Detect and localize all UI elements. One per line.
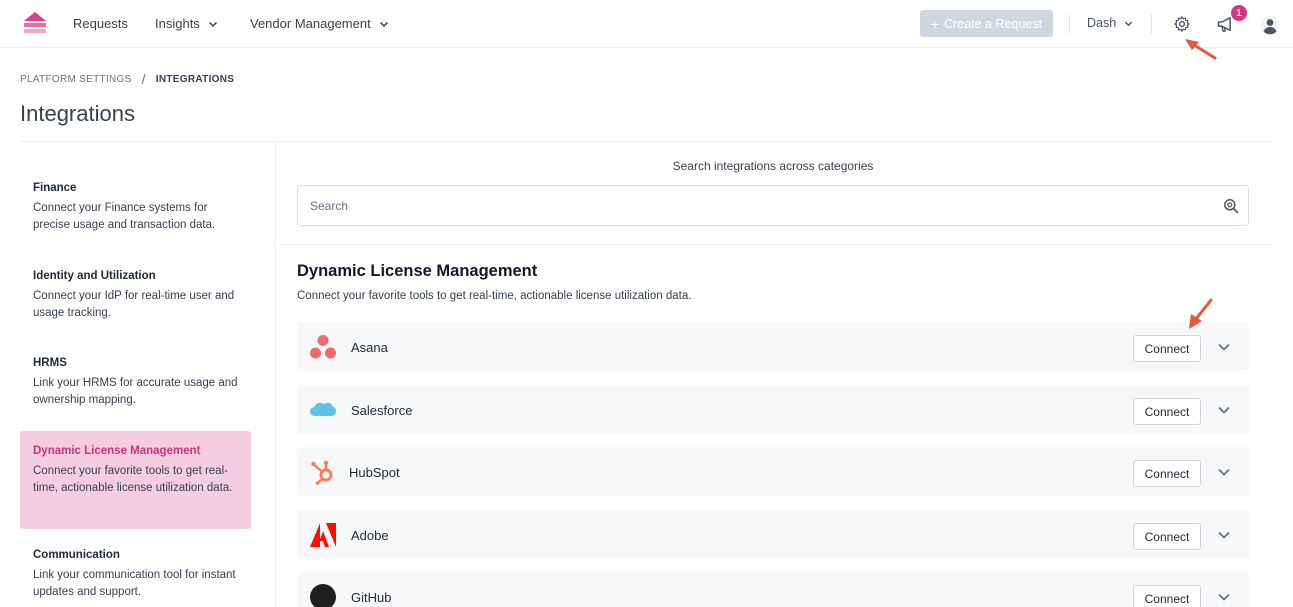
- integration-row-hubspot: HubSpot Connect: [297, 447, 1249, 496]
- section-desc: Connect your favorite tools to get real-…: [297, 290, 692, 302]
- page-title: Integrations: [20, 101, 135, 126]
- app-logo-icon[interactable]: [22, 11, 48, 37]
- sidebar-item-title: Dynamic License Management: [33, 445, 201, 457]
- sidebar-item-title: Communication: [33, 549, 120, 561]
- user-menu-label: Dash: [1087, 16, 1117, 30]
- sidebar-item-identity[interactable]: Identity and Utilization Connect your Id…: [20, 270, 251, 322]
- sidebar-item-desc: Connect your IdP for real-time user and …: [33, 290, 235, 319]
- sidebar-item-dynamic-license-management[interactable]: Dynamic License Management Connect your …: [20, 431, 251, 529]
- top-nav: Requests Insights Vendor Management + Cr…: [0, 0, 1293, 48]
- search-caption: Search integrations across categories: [672, 159, 874, 173]
- github-logo-icon: [310, 584, 336, 607]
- integration-name: GitHub: [351, 590, 392, 605]
- integration-row-asana: Asana Connect: [297, 322, 1249, 371]
- chevron-down-icon[interactable]: [1217, 342, 1231, 352]
- nav-item-insights[interactable]: Insights: [155, 16, 218, 31]
- salesforce-logo-icon: [310, 402, 336, 416]
- hubspot-logo-icon: [311, 460, 333, 485]
- user-avatar-icon[interactable]: [1260, 15, 1280, 35]
- sidebar-item-desc: Connect your Finance systems for precise…: [33, 202, 216, 231]
- annotation-arrow-icon: [1185, 39, 1217, 60]
- chevron-down-icon: [208, 21, 217, 27]
- integration-row-github: GitHub Connect: [297, 572, 1249, 607]
- integration-row-salesforce: Salesforce Connect: [297, 385, 1249, 434]
- search-input[interactable]: [310, 186, 1190, 225]
- notification-badge: 1: [1231, 5, 1247, 21]
- integration-name: HubSpot: [349, 465, 400, 480]
- connect-button[interactable]: Connect: [1133, 460, 1201, 487]
- chevron-down-icon[interactable]: [1217, 592, 1231, 602]
- breadcrumb-parent[interactable]: PLATFORM SETTINGS: [20, 74, 132, 85]
- sidebar-item-title: HRMS: [33, 357, 67, 369]
- sidebar-item-title: Finance: [33, 182, 77, 194]
- integration-name: Adobe: [351, 528, 389, 543]
- sidebar-item-hrms[interactable]: HRMS Link your HRMS for accurate usage a…: [20, 357, 251, 409]
- nav-item-label: Requests: [73, 16, 128, 31]
- integration-row-adobe: Adobe Connect: [297, 510, 1249, 559]
- breadcrumb: PLATFORM SETTINGS / INTEGRATIONS: [20, 71, 234, 87]
- integration-name: Salesforce: [351, 403, 413, 418]
- search-box: [297, 185, 1249, 226]
- breadcrumb-current: INTEGRATIONS: [155, 73, 235, 85]
- create-request-label: Create a Request: [944, 16, 1043, 31]
- nav-item-vendor-management[interactable]: Vendor Management: [250, 16, 389, 31]
- sidebar-item-finance[interactable]: Finance Connect your Finance systems for…: [20, 182, 251, 234]
- connect-button[interactable]: Connect: [1133, 585, 1201, 607]
- integration-name: Asana: [351, 340, 388, 355]
- chevron-down-icon[interactable]: [1217, 467, 1231, 477]
- nav-item-label: Insights: [155, 16, 200, 31]
- chevron-down-icon: [379, 21, 388, 27]
- create-request-button[interactable]: + Create a Request: [920, 10, 1053, 37]
- asana-logo-icon: [310, 335, 336, 359]
- annotation-arrow-icon: [1189, 298, 1213, 329]
- search-icon[interactable]: [1223, 198, 1239, 214]
- gear-icon[interactable]: [1173, 15, 1191, 33]
- chevron-down-icon[interactable]: [1217, 530, 1231, 540]
- sidebar-item-title: Identity and Utilization: [33, 270, 156, 282]
- connect-button[interactable]: Connect: [1133, 398, 1201, 425]
- nav-divider: [1069, 14, 1070, 34]
- chevron-down-icon: [1125, 21, 1133, 26]
- chevron-down-icon[interactable]: [1217, 405, 1231, 415]
- plus-icon: +: [930, 15, 940, 32]
- connect-button[interactable]: Connect: [1133, 523, 1201, 550]
- user-menu-dropdown[interactable]: Dash: [1087, 16, 1133, 30]
- divider: [277, 244, 1270, 245]
- connect-button[interactable]: Connect: [1133, 335, 1201, 362]
- adobe-logo-icon: [310, 523, 336, 547]
- sidebar-item-desc: Link your HRMS for accurate usage and ow…: [33, 377, 238, 406]
- sidebar-item-desc: Connect your favorite tools to get real-…: [33, 465, 233, 494]
- section-title: Dynamic License Management: [297, 262, 538, 280]
- sidebar-item-communication[interactable]: Communication Link your communication to…: [20, 549, 251, 601]
- breadcrumb-separator: /: [141, 71, 146, 87]
- nav-divider: [1151, 14, 1152, 34]
- nav-item-label: Vendor Management: [250, 16, 371, 31]
- nav-item-requests[interactable]: Requests: [73, 16, 128, 31]
- sidebar-item-desc: Link your communication tool for instant…: [33, 569, 236, 598]
